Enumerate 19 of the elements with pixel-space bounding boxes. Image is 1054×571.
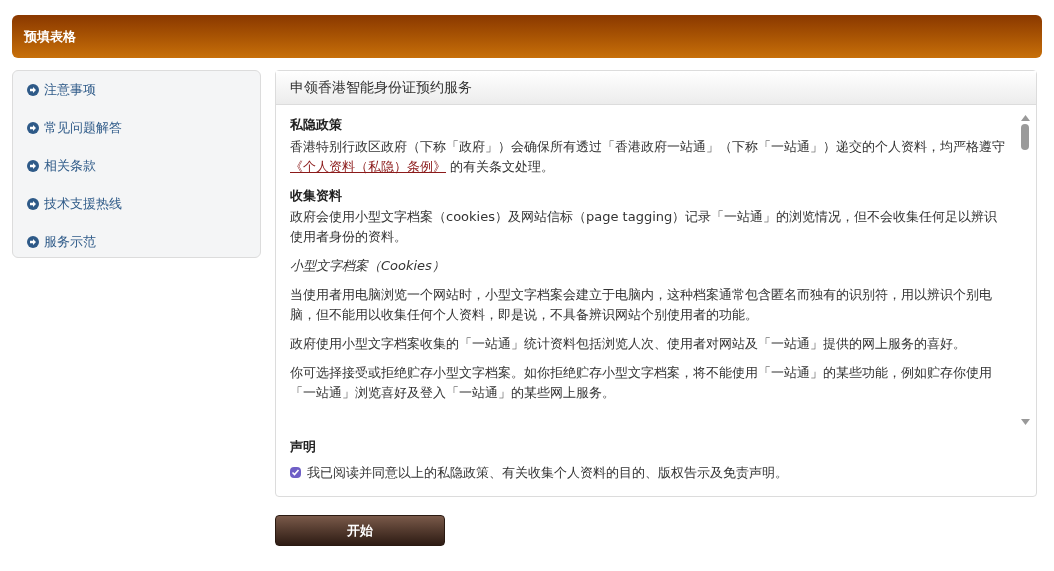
paragraph: 政府会使用小型文字档案（cookies）及网站信标（page tagging）记录「一站通」的浏览情况，但不会收集任何足以辨识使用者身份的资料。: [290, 208, 999, 246]
sidebar-link[interactable]: 常见问题解答: [27, 118, 246, 137]
ordinance-link[interactable]: 《个人资料（私隐）条例》: [290, 158, 446, 174]
paragraph: 当使用者用电脑浏览一个网站时，小型文字档案会建立于电脑内，这种档案通常包含匿名而独有的识别符，用以辨识个别电脑，但不能用以收集任何个人资料，即是说，不具备辨识网站个别使用者的功能。: [290, 285, 993, 324]
sidebar-link[interactable]: 相关条款: [27, 156, 246, 175]
section-heading: 私隐政策: [290, 116, 343, 134]
checkbox-label: 我已阅读并同意以上的私隐政策、有关收集个人资料的目的、版权告示及免责声明。: [307, 463, 788, 482]
start-button[interactable]: 开始: [275, 515, 445, 546]
panel-title: 申领香港智能身份证预约服务: [290, 78, 472, 97]
header-title: 预填表格: [24, 27, 76, 46]
paragraph: 政府使用小型文字档案收集的「一站通」统计资料包括浏览人次、使用者对网站及「一站通」提供的网上服务的喜好。: [290, 334, 967, 353]
section-heading: 声明: [290, 438, 317, 456]
section-heading: 收集资料: [290, 186, 343, 205]
subsection-heading: 小型文字档案（Cookies）: [290, 257, 446, 275]
sidebar-link[interactable]: 技术支援热线: [27, 194, 246, 213]
sidebar-link[interactable]: 注意事项: [27, 80, 246, 99]
paragraph: 香港特别行政区政府（下称「政府」）会确保所有透过「香港政府一站通」（下称「一站通」）递交的个人资料，均严格遵守 《个人资料（私隐）条例》 的有关条文处理。: [290, 137, 1006, 176]
paragraph: 你可选择接受或拒绝贮存小型文字档案。如你拒绝贮存小型文字档案，将不能使用「一站通」的某些功能，例如贮存你使用「一站通」浏览喜好及登入「一站通」的某些网上服务。: [290, 363, 993, 402]
sidebar-link[interactable]: 服务示范: [27, 232, 246, 251]
